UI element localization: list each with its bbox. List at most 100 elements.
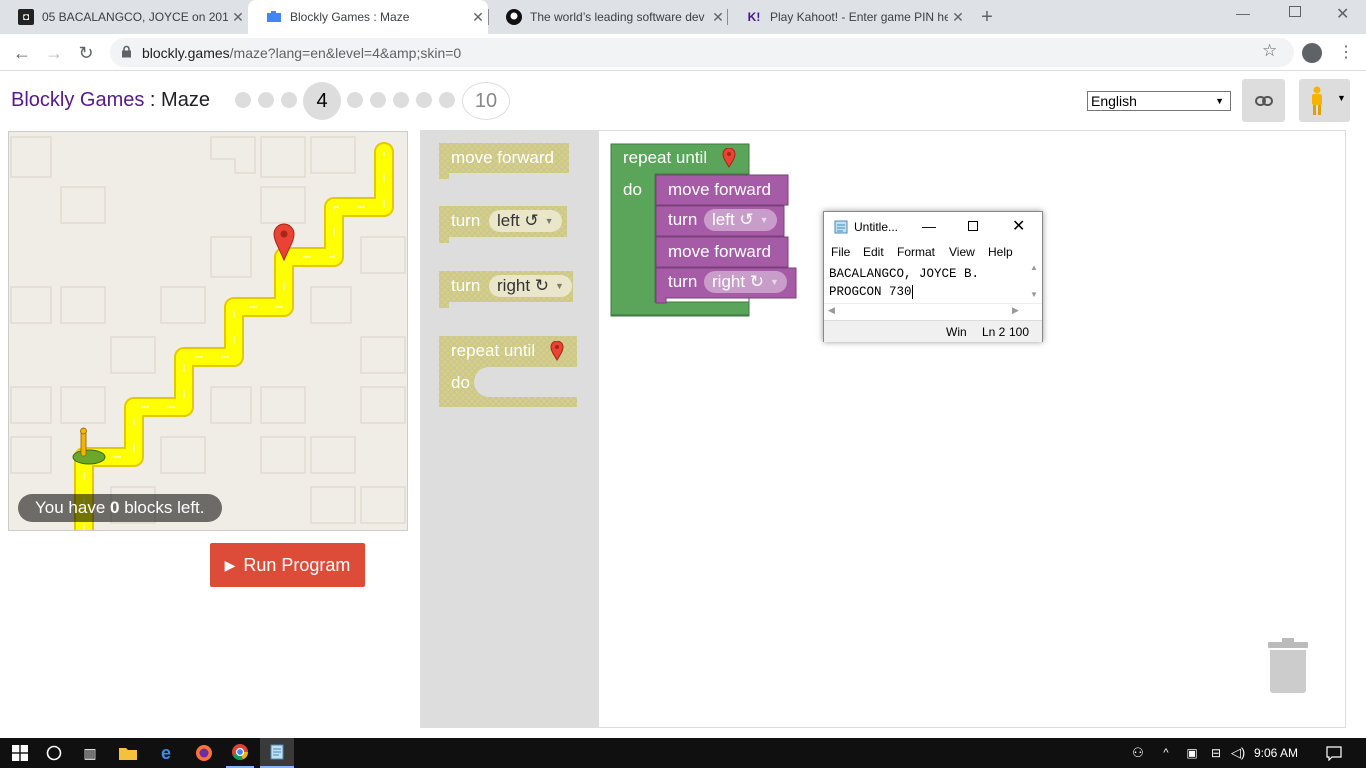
close-window-button[interactable]: ✕ <box>1336 4 1349 24</box>
tab-divider <box>727 9 728 25</box>
scroll-right-icon[interactable]: ▶ <box>1012 305 1019 316</box>
minimize-window-button[interactable]: — <box>1236 5 1250 21</box>
program-blocks-svg <box>610 143 797 317</box>
maze-board <box>8 131 408 531</box>
address-bar[interactable]: blockly.games/maze?lang=en&level=4&amp;s… <box>110 38 1294 67</box>
kebab-menu-icon[interactable]: ⋮ <box>1338 42 1354 62</box>
level-dot-5[interactable] <box>347 92 363 108</box>
task-view-icon[interactable]: ▥ <box>76 738 104 768</box>
chevron-down-icon: ▼ <box>770 277 779 287</box>
search-circle-icon[interactable] <box>40 738 68 768</box>
edge-browser-icon[interactable]: e <box>152 738 180 768</box>
toolbox-move-forward-label: move forward <box>451 148 554 167</box>
notepad-minimize-button[interactable]: — <box>922 218 936 234</box>
dropdown-value: left ↺ <box>497 211 539 230</box>
scroll-up-icon[interactable]: ▲ <box>1030 263 1038 272</box>
windows-taskbar: ▥ e ⚇ ^ ▣ ⊟ ◁) 9:06 AM <box>0 738 1366 768</box>
pegman-icon <box>1312 86 1322 115</box>
run-program-button[interactable]: ▶ Run Program <box>210 543 365 587</box>
notepad-close-button[interactable]: ✕ <box>1012 216 1025 236</box>
tab-github[interactable]: The world’s leading software dev ✕ <box>488 0 728 34</box>
status-zoom: 100 <box>1009 325 1030 339</box>
program-turn-label-2: turn <box>668 272 698 291</box>
program-left-dropdown[interactable]: left ↺ ▼ <box>704 209 777 231</box>
reload-button[interactable]: ↻ <box>74 41 98 65</box>
tab-title: 05 BACALANGCO, JOYCE on 2019 <box>42 10 228 24</box>
toolbox-left-dropdown[interactable]: left ↺ ▼ <box>489 210 562 232</box>
notepad-vertical-scrollbar[interactable]: ▲ ▼ <box>1026 262 1042 303</box>
show-hidden-icons-chevron-up-icon[interactable]: ^ <box>1158 738 1174 768</box>
new-tab-button[interactable]: + <box>976 6 998 28</box>
lock-icon <box>121 45 132 63</box>
tab-close-icon[interactable]: ✕ <box>468 9 488 26</box>
play-icon: ▶ <box>224 556 236 573</box>
level-current[interactable]: 4 <box>303 82 341 120</box>
program-move-forward-label-2: move forward <box>668 242 771 261</box>
notepad-window[interactable]: Untitle... — ✕ File Edit Format View Hel… <box>823 211 1043 342</box>
restore-window-button[interactable] <box>1289 6 1301 17</box>
network-icon[interactable]: ⊟ <box>1206 738 1226 768</box>
language-select[interactable]: English ▼ <box>1087 91 1231 111</box>
windows-start-icon[interactable] <box>6 738 34 768</box>
notepad-titlebar[interactable]: Untitle... — ✕ <box>824 212 1042 241</box>
notepad-maximize-button[interactable] <box>968 221 978 231</box>
trash-can-icon[interactable] <box>1266 638 1310 699</box>
program-right-dropdown[interactable]: right ↻ ▼ <box>704 271 787 293</box>
tab-title: Play Kahoot! - Enter game PIN he <box>770 10 948 24</box>
tab-kahoot[interactable]: K! Play Kahoot! - Enter game PIN he ✕ <box>728 0 968 34</box>
taskbar-clock[interactable]: 9:06 AM <box>1254 738 1298 768</box>
blocks-left-status: You have 0 blocks left. <box>18 494 222 522</box>
level-dot-7[interactable] <box>393 92 409 108</box>
forward-button[interactable]: → <box>42 41 66 65</box>
notepad-taskbar-icon[interactable] <box>260 738 294 768</box>
menu-format[interactable]: Format <box>897 245 935 259</box>
notepad-horizontal-scrollbar[interactable]: ◀ ▶ <box>824 303 1042 319</box>
level-dot-8[interactable] <box>416 92 432 108</box>
bookmark-star-icon[interactable]: ☆ <box>1262 41 1277 61</box>
notepad-text-area[interactable]: BACALANGCO, JOYCE B. PROGCON 730​ <box>829 265 1025 301</box>
notepad-app-icon <box>834 220 848 237</box>
tab-close-icon[interactable]: ✕ <box>708 9 728 26</box>
browser-tab-bar: ◘ 05 BACALANGCO, JOYCE on 2019 ✕ Blockly… <box>0 0 1366 34</box>
tab-close-icon[interactable]: ✕ <box>948 9 968 26</box>
blockly-games-link[interactable]: Blockly Games <box>11 89 144 111</box>
scroll-down-icon[interactable]: ▼ <box>1030 290 1038 299</box>
pegman-skin-button[interactable]: ▼ <box>1299 79 1350 122</box>
level-dot-9[interactable] <box>439 92 455 108</box>
chrome-icon[interactable] <box>226 738 254 768</box>
chevron-down-icon: ▼ <box>555 281 564 291</box>
link-button[interactable] <box>1242 79 1285 122</box>
notepad-title: Untitle... <box>854 220 899 234</box>
kahoot-icon: K! <box>747 10 761 24</box>
toolbox-turn-label: turn <box>451 276 481 295</box>
people-icon[interactable]: ⚇ <box>1128 738 1148 768</box>
action-center-icon[interactable] <box>1322 738 1346 768</box>
level-max[interactable]: 10 <box>462 82 510 120</box>
toolbox-right-dropdown[interactable]: right ↻ ▼ <box>489 275 572 297</box>
tab-close-icon[interactable]: ✕ <box>228 9 248 26</box>
volume-icon[interactable]: ◁) <box>1228 738 1248 768</box>
level-dot-1[interactable] <box>235 92 251 108</box>
firefox-icon[interactable] <box>190 738 218 768</box>
chevron-down-icon: ▼ <box>1337 93 1346 103</box>
program-repeat-until-label: repeat until <box>623 148 708 167</box>
menu-help[interactable]: Help <box>988 245 1013 259</box>
level-dot-6[interactable] <box>370 92 386 108</box>
tab-blockly[interactable]: Blockly Games : Maze ✕ <box>248 0 488 34</box>
menu-view[interactable]: View <box>949 245 975 259</box>
status-suffix: blocks left. <box>119 498 205 517</box>
back-button[interactable]: ← <box>10 41 34 65</box>
level-dot-2[interactable] <box>258 92 274 108</box>
chevron-down-icon: ▼ <box>544 216 554 226</box>
scroll-left-icon[interactable]: ◀ <box>828 305 835 316</box>
file-explorer-icon[interactable] <box>114 738 142 768</box>
profile-avatar-icon[interactable] <box>1302 43 1322 63</box>
level-dot-3[interactable] <box>281 92 297 108</box>
goal-marker-icon <box>550 340 564 366</box>
tab-classroom[interactable]: ◘ 05 BACALANGCO, JOYCE on 2019 ✕ <box>0 0 248 34</box>
notification-badge-icon[interactable]: ▣ <box>1182 738 1202 768</box>
notepad-line-2-text: PROGCON 730 <box>829 285 912 299</box>
run-program-label: Run Program <box>243 554 351 575</box>
menu-file[interactable]: File <box>831 245 850 259</box>
menu-edit[interactable]: Edit <box>863 245 884 259</box>
